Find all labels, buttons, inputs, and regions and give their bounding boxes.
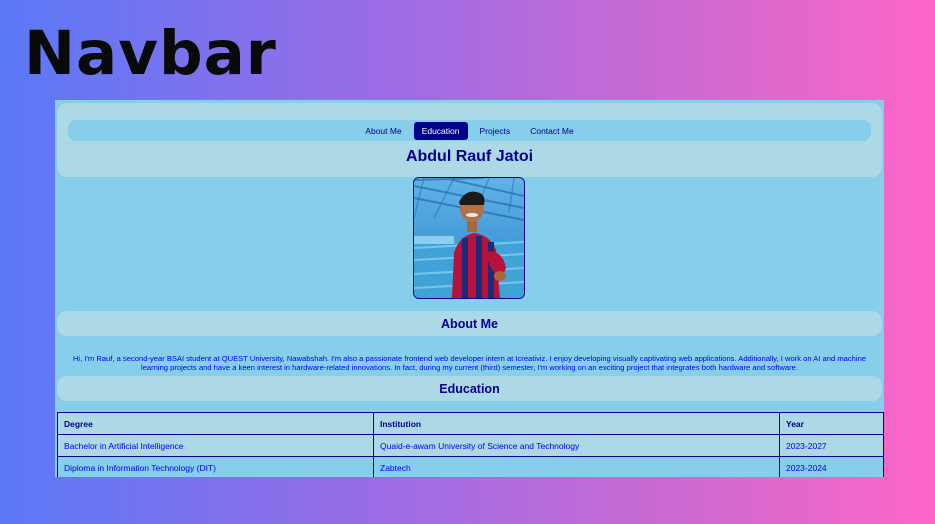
education-heading: Education: [439, 381, 500, 396]
site-header: About Me Education Projects Contact Me A…: [57, 103, 882, 177]
site-title: Abdul Rauf Jatoi: [405, 148, 534, 165]
year-cell: 2023-2027: [779, 434, 884, 457]
degree-cell: Bachelor in Artificial Intelligence: [57, 434, 374, 457]
institution-cell: Zabtech: [373, 456, 780, 477]
banner-title: Navbar: [24, 18, 277, 89]
nav-contact-me[interactable]: Contact Me: [522, 122, 581, 140]
nav-about-me[interactable]: About Me: [357, 122, 409, 140]
column-header-institution: Institution: [373, 412, 780, 435]
education-table: Degree Institution Year Bachelor in Arti…: [57, 412, 884, 477]
degree-cell: Diploma in Information Technology (DIT): [57, 456, 374, 477]
table-row: Diploma in Information Technology (DIT) …: [57, 456, 884, 477]
about-heading-bar: About Me: [57, 311, 882, 336]
about-text: Hi, I'm Rauf, a second-year BSAI student…: [72, 353, 867, 373]
about-heading: About Me: [441, 316, 498, 331]
table-row: Bachelor in Artificial Intelligence Quai…: [57, 434, 884, 457]
column-header-year: Year: [779, 412, 884, 435]
website-preview: About Me Education Projects Contact Me A…: [55, 100, 884, 477]
nav-projects[interactable]: Projects: [472, 122, 519, 140]
column-header-degree: Degree: [57, 412, 374, 435]
table-header-row: Degree Institution Year: [57, 412, 884, 435]
institution-cell: Quaid-e-awam University of Science and T…: [373, 434, 780, 457]
navbar: About Me Education Projects Contact Me: [68, 120, 871, 141]
education-heading-bar: Education: [57, 376, 882, 401]
profile-photo: [413, 177, 525, 299]
year-cell: 2023-2024: [779, 456, 884, 477]
nav-education[interactable]: Education: [413, 121, 468, 140]
